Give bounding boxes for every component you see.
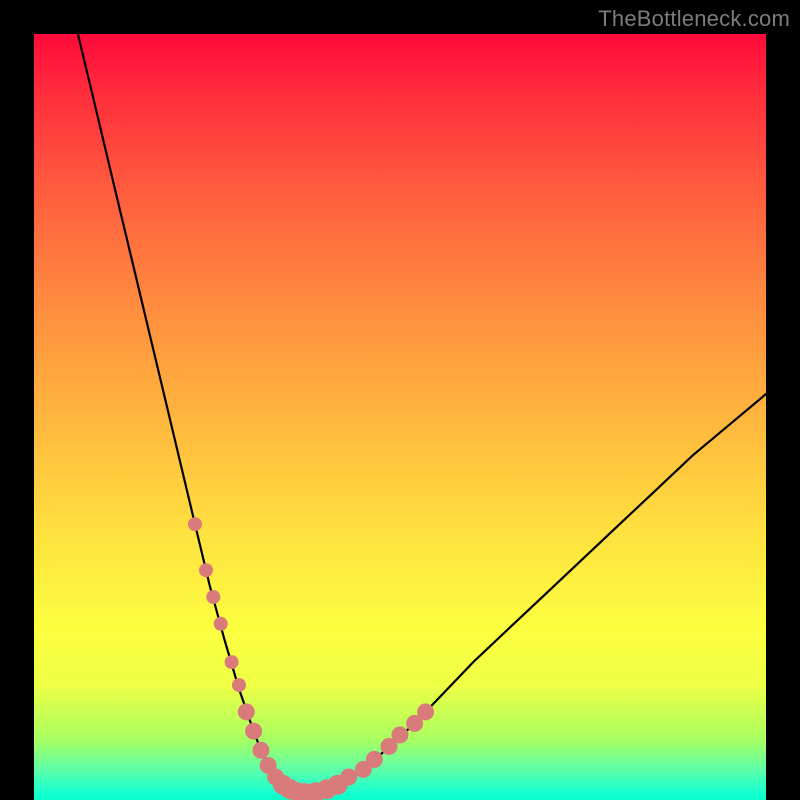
marker-point [245, 723, 262, 740]
marker-point [366, 751, 383, 768]
marker-point [392, 726, 409, 743]
chart-svg [34, 34, 766, 800]
marker-point [252, 742, 269, 759]
marker-point [199, 563, 213, 577]
marker-point [417, 703, 434, 720]
marker-point [214, 617, 228, 631]
marker-layer [188, 517, 434, 800]
watermark-text: TheBottleneck.com [598, 6, 790, 32]
marker-point [188, 517, 202, 531]
plot-area [34, 34, 766, 800]
curve-layer [78, 34, 766, 793]
bottleneck-curve [78, 34, 766, 793]
marker-point [340, 769, 357, 786]
marker-point [232, 678, 246, 692]
chart-frame: TheBottleneck.com [0, 0, 800, 800]
marker-point [225, 655, 239, 669]
marker-point [206, 590, 220, 604]
marker-point [238, 703, 255, 720]
